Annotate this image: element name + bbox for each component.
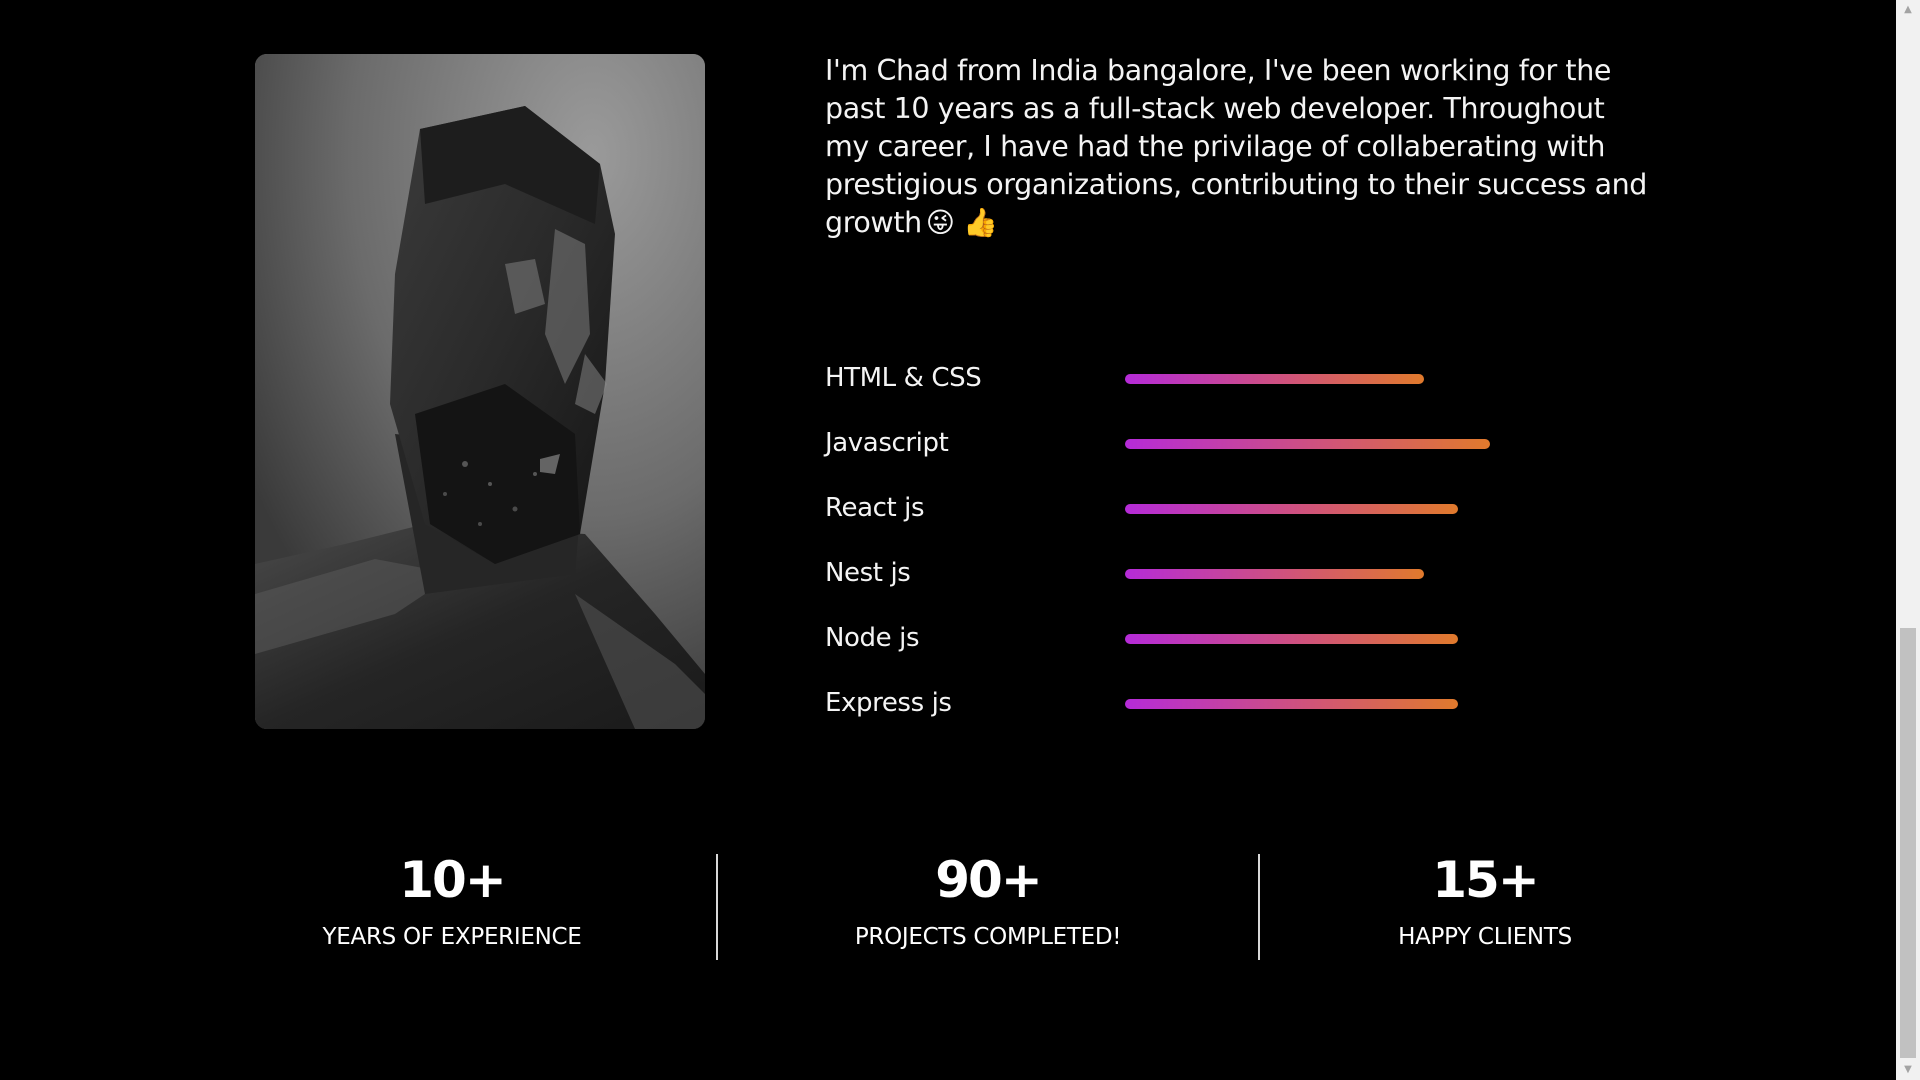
skill-bar-fill	[1125, 634, 1458, 644]
stat-value: 15+	[1432, 851, 1539, 909]
stat-years-experience: 10+ YEARS OF EXPERIENCE	[302, 850, 602, 952]
bio-paragraph: I'm Chad from India bangalore, I've been…	[825, 52, 1655, 242]
skill-bar	[1125, 634, 1575, 644]
skill-label: Nest js	[825, 558, 911, 588]
about-section: I'm Chad from India bangalore, I've been…	[0, 0, 1920, 1080]
skill-row-html-css: HTML & CSS	[825, 360, 1645, 425]
scrollbar-thumb[interactable]	[1900, 628, 1916, 1058]
page-scrollbar[interactable]: ▲ ▼	[1896, 0, 1920, 1080]
skill-bar-fill	[1125, 569, 1425, 579]
skills-list: HTML & CSS Javascript React js Nest js N…	[825, 360, 1645, 750]
stat-projects-completed: 90+ PROJECTS COMPLETED!	[838, 850, 1138, 952]
skill-bar	[1125, 374, 1575, 384]
stat-label: YEARS OF EXPERIENCE	[322, 924, 582, 950]
skill-bar-fill	[1125, 374, 1425, 384]
skill-bar	[1125, 504, 1575, 514]
skill-row-javascript: Javascript	[825, 425, 1645, 490]
stat-value: 10+	[399, 851, 506, 909]
profile-photo-illustration	[255, 54, 705, 729]
skill-row-express-js: Express js	[825, 685, 1645, 750]
stat-value: 90+	[935, 851, 1042, 909]
skill-bar	[1125, 439, 1575, 449]
skill-bar	[1125, 569, 1575, 579]
stats-row: 10+ YEARS OF EXPERIENCE 90+ PROJECTS COM…	[0, 850, 1896, 960]
skill-row-react-js: React js	[825, 490, 1645, 555]
stat-divider	[716, 854, 718, 960]
stat-label: PROJECTS COMPLETED!	[854, 924, 1122, 950]
skill-bar-fill	[1125, 504, 1458, 514]
stat-label: HAPPY CLIENTS	[1398, 924, 1572, 950]
skill-row-node-js: Node js	[825, 620, 1645, 685]
skill-label: Express js	[825, 688, 952, 718]
skill-label: Javascript	[825, 428, 949, 458]
scroll-down-arrow-icon[interactable]: ▼	[1896, 1060, 1920, 1080]
profile-photo	[255, 54, 705, 729]
scroll-up-arrow-icon[interactable]: ▲	[1896, 0, 1920, 20]
bio-emojis: 😜 👍	[925, 206, 998, 239]
skill-bar	[1125, 699, 1575, 709]
skill-bar-fill	[1125, 699, 1458, 709]
skill-bar-fill	[1125, 439, 1490, 449]
skill-label: React js	[825, 493, 925, 523]
skill-row-nest-js: Nest js	[825, 555, 1645, 620]
skill-label: HTML & CSS	[825, 363, 982, 393]
skill-label: Node js	[825, 623, 920, 653]
stat-divider	[1258, 854, 1260, 960]
stat-happy-clients: 15+ HAPPY CLIENTS	[1335, 850, 1635, 952]
